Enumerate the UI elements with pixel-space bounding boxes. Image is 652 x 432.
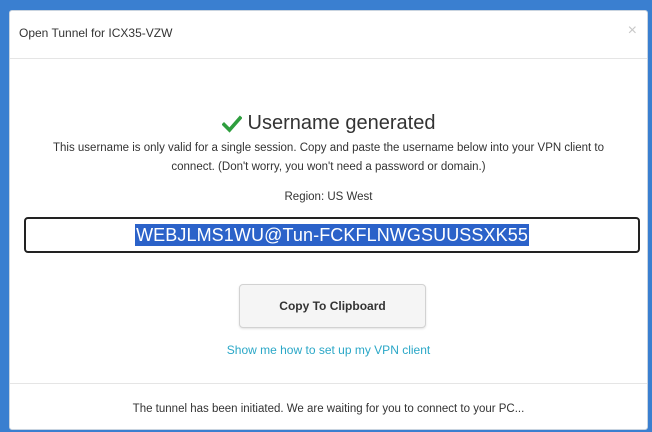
username-selected-text[interactable]: WEBJLMS1WU@Tun-FCKFLNWGSUUSSXK55 xyxy=(135,224,529,246)
username-description: This username is only valid for a single… xyxy=(52,142,604,173)
dialog-body: Username generated This username is only… xyxy=(10,59,647,381)
tunnel-status-text: The tunnel has been initiated. We are wa… xyxy=(132,403,525,415)
vpn-setup-help-link[interactable]: Show me how to set up my VPN client xyxy=(10,343,647,357)
checkmark-icon xyxy=(221,114,243,133)
headline-text: Username generated xyxy=(247,112,436,134)
success-headline: Username generated xyxy=(10,112,647,135)
username-field[interactable]: WEBJLMS1WU@Tun-FCKFLNWGSUUSSXK55 xyxy=(24,217,640,253)
open-tunnel-dialog: Open Tunnel for ICX35-VZW × Username gen… xyxy=(9,10,648,430)
dialog-footer: The tunnel has been initiated. We are wa… xyxy=(10,383,647,432)
region-label: Region: US West xyxy=(284,191,373,203)
close-button[interactable]: × xyxy=(628,23,637,39)
dialog-header: Open Tunnel for ICX35-VZW × xyxy=(10,11,647,59)
dialog-title: Open Tunnel for ICX35-VZW xyxy=(19,26,173,40)
copy-to-clipboard-button[interactable]: Copy To Clipboard xyxy=(239,284,426,328)
